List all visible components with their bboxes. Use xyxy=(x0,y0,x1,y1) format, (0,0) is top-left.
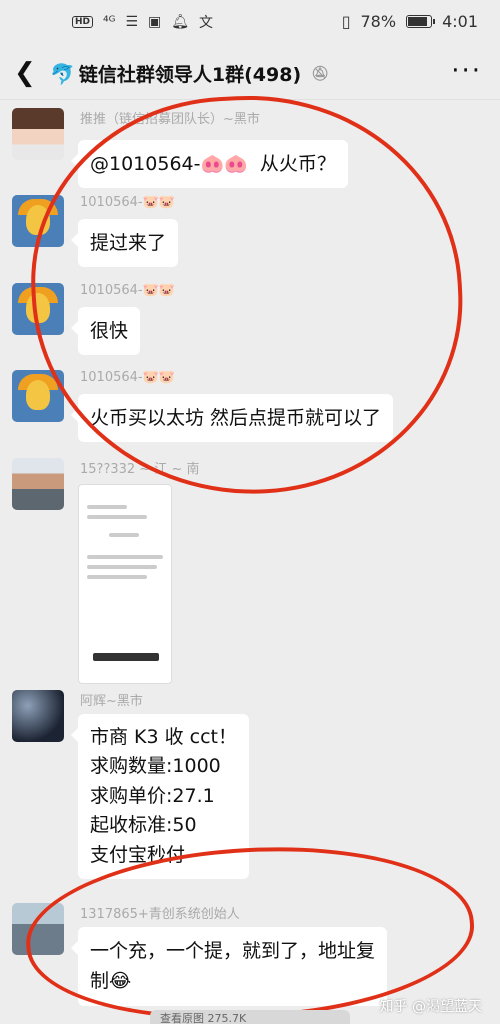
sender-name: 1010564-🐷🐷 xyxy=(80,195,175,210)
sender-name: 1010564-🐷🐷 xyxy=(80,283,175,298)
mention-text: @1010564- xyxy=(90,153,201,175)
pig-emoji: 🐽🐽 xyxy=(200,153,248,175)
chat-title: 🐬 链信社群领导人1群(498) 🔕︎ xyxy=(50,60,329,87)
avatar[interactable] xyxy=(12,458,64,510)
message-line: 支付宝秒付 xyxy=(90,843,186,866)
message-line: 市商 K3 收 cct！ xyxy=(90,726,238,748)
message-line: 求购单价:27.1 xyxy=(90,784,215,807)
briefcase-icon: ▣ xyxy=(148,14,162,30)
sender-name: 1317865+青创系统创始人 xyxy=(80,907,240,922)
status-bar: HD ⁴ᴳ ☰ ▣ 🔔︎ 文 ▯ 78% 4:01 xyxy=(0,0,500,46)
message-bubble[interactable]: 市商 K3 收 cct！ 求购数量:1000 求购单价:27.1 起收标准:50… xyxy=(70,714,250,880)
watermark: 知乎 @渴望蓝天 xyxy=(379,999,482,1015)
message-text: 很快 xyxy=(90,320,129,342)
message-bubble[interactable]: 火币买以太坊 然后点提币就可以了 xyxy=(70,394,394,443)
sender-name: 阿辉~黑市 xyxy=(80,694,143,709)
signal-icon: ⁴ᴳ xyxy=(103,14,116,30)
message-bubble[interactable]: 提过来了 xyxy=(70,219,179,268)
notification-bell-icon: 🔔︎ xyxy=(171,14,190,30)
sender-name: 推推（链信招募团队长）~黑市 xyxy=(80,112,260,127)
sender-name: 15??332 ~ 江 ~ 南 xyxy=(80,462,200,477)
app-icon: 文 xyxy=(199,15,214,31)
hd-icon: HD xyxy=(72,16,94,28)
avatar[interactable] xyxy=(12,108,64,160)
battery-percent: 78% xyxy=(360,12,397,31)
avatar[interactable] xyxy=(12,370,64,422)
message-bubble[interactable]: @1010564-🐽🐽 从火币？ xyxy=(71,140,348,189)
dolphin-icon: 🐬 xyxy=(50,61,75,86)
vibrate-icon: ▯ xyxy=(341,12,351,31)
message-line: 起收标准:50 xyxy=(90,814,197,837)
group-name: 链信社群领导人1群(498) xyxy=(78,64,302,86)
wifi-icon: ☰ xyxy=(125,14,139,30)
image-thumbnail[interactable] xyxy=(78,484,172,684)
sender-name: 1010564-🐷🐷 xyxy=(80,370,175,385)
avatar[interactable] xyxy=(12,283,64,335)
message-line: 求购数量:1000 xyxy=(90,755,221,778)
message-bubble[interactable]: 很快 xyxy=(70,307,141,356)
status-icons-left: HD ⁴ᴳ ☰ ▣ 🔔︎ 文 xyxy=(72,12,213,32)
view-original-bar[interactable]: 查看原图 275.7K xyxy=(150,1010,350,1024)
avatar[interactable] xyxy=(12,903,64,955)
mute-bell-icon: 🔕︎ xyxy=(311,65,329,82)
message-text: 火币买以太坊 然后点提币就可以了 xyxy=(90,407,382,429)
avatar[interactable] xyxy=(12,195,64,247)
avatar[interactable] xyxy=(12,690,64,742)
more-options-icon[interactable]: ··· xyxy=(451,56,482,86)
clock: 4:01 xyxy=(442,12,478,31)
message-text: 提过来了 xyxy=(90,232,167,254)
message-line: 制😂 xyxy=(90,970,132,993)
chat-header: ❮ 🐬 链信社群领导人1群(498) 🔕︎ ··· xyxy=(0,46,500,100)
status-icons-right: ▯ 78% 4:01 xyxy=(342,12,478,31)
message-line: 一个充，一个提，就到了，地址复 xyxy=(90,940,376,962)
back-chevron-icon[interactable]: ❮ xyxy=(14,58,36,88)
message-text: 从火币？ xyxy=(259,153,336,175)
message-bubble[interactable]: 一个充，一个提，就到了，地址复 制😂 xyxy=(70,927,388,1006)
battery-icon xyxy=(406,15,436,28)
